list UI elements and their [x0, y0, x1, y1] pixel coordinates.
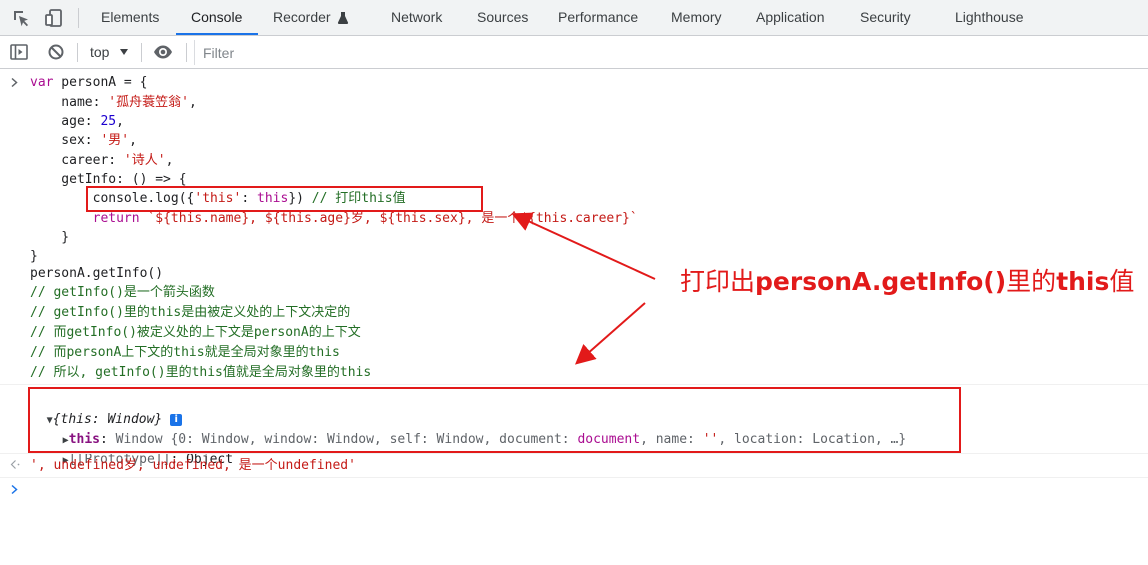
arrow-to-log-output	[574, 302, 646, 365]
arrow-to-console-log	[511, 212, 656, 280]
annotation-label: 打印出personA.getInfo()里的this值	[680, 267, 1135, 296]
